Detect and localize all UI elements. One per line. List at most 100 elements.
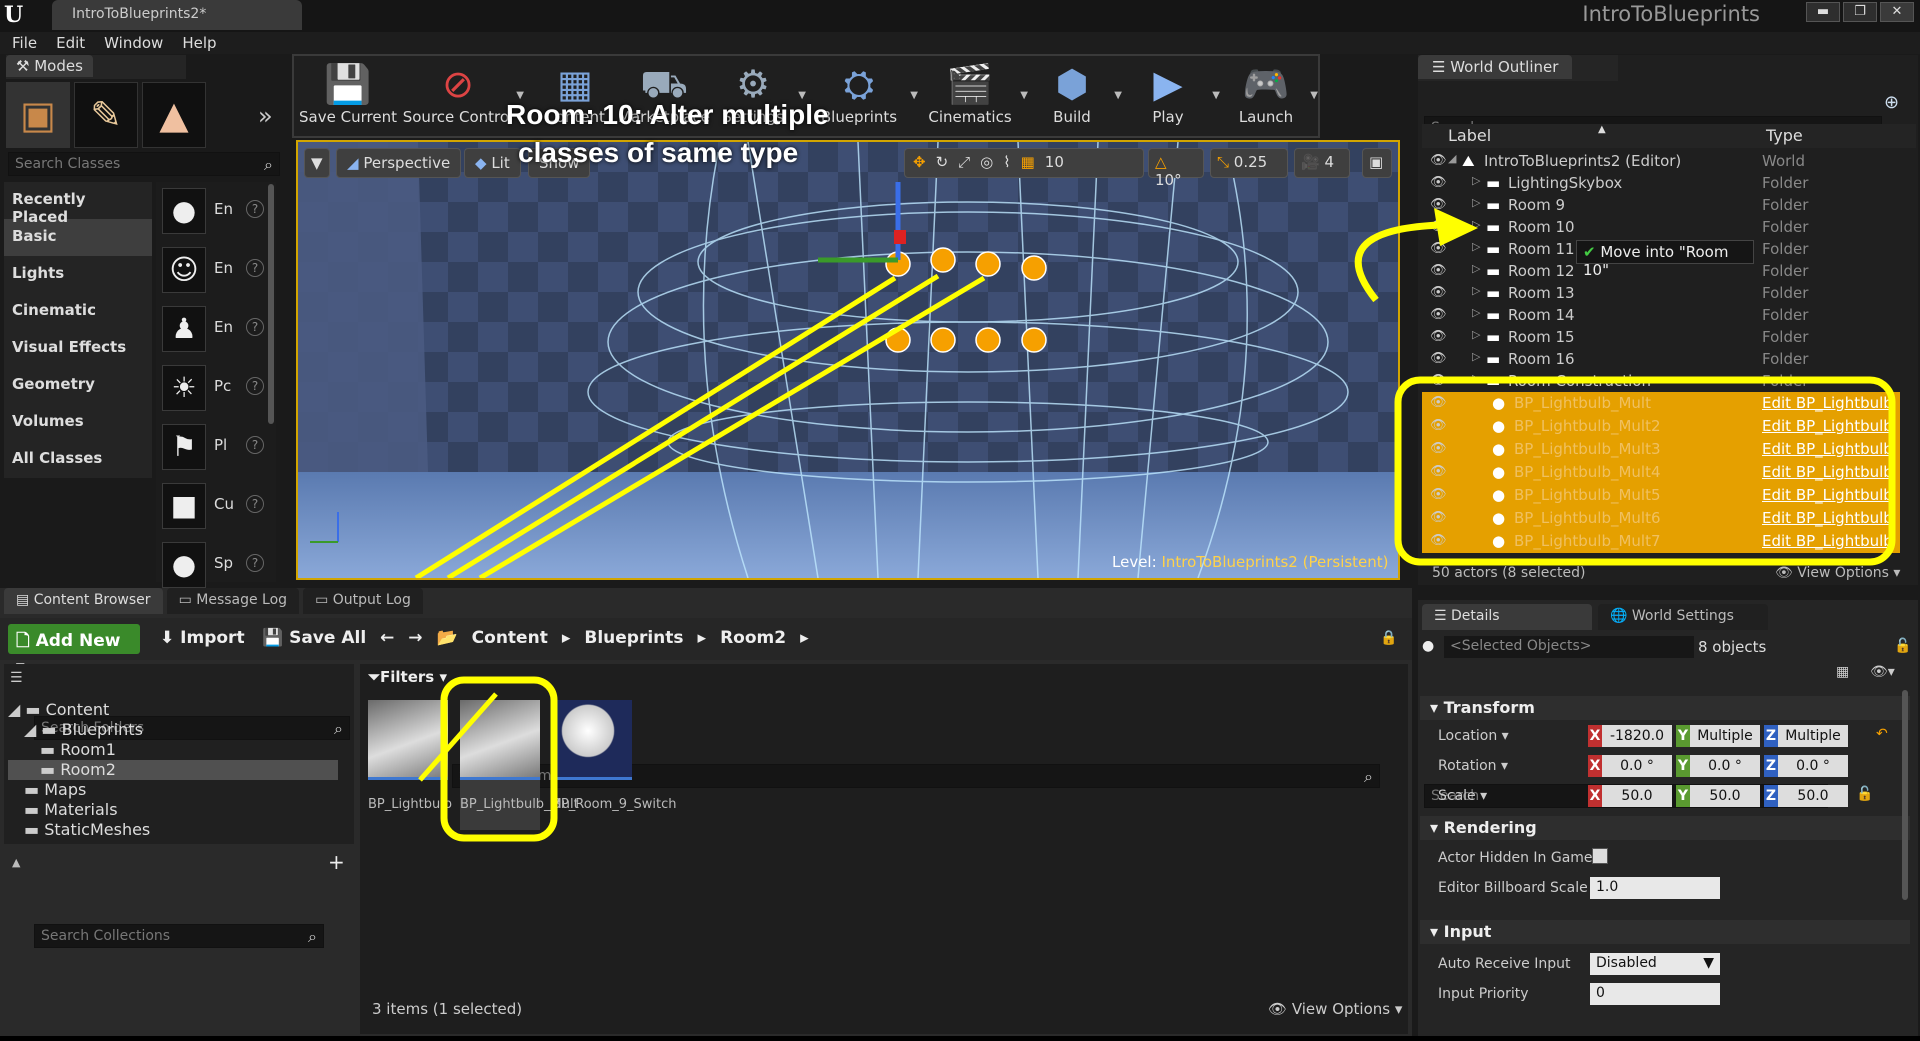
cinematics-button[interactable]: 🎬 Cinematics ▼ — [922, 56, 1028, 136]
billboard-scale-input[interactable]: 1.0 — [1590, 877, 1720, 899]
visibility-eye-icon[interactable]: 👁 — [1430, 307, 1447, 322]
tab-details[interactable]: ☰ Details — [1422, 604, 1592, 630]
chevron-down-icon[interactable]: ▼ — [1114, 90, 1122, 101]
level-viewport[interactable]: ▼ ◢ Perspective ◆ Lit Show ✥ ↻ ⤢ ◎ ⌇ ▦ 1… — [296, 140, 1400, 580]
type-column-header[interactable]: Type — [1766, 126, 1803, 145]
grid-snap-icon[interactable]: ▦ — [1021, 153, 1035, 173]
folder-tree-item[interactable]: ▬ Materials — [8, 800, 338, 820]
search-classes-input[interactable]: Search Classes ⌕ — [8, 152, 280, 176]
back-icon[interactable]: ← — [380, 628, 394, 648]
outliner-row[interactable]: 👁 ● BP_Lightbulb_Mult4 Edit BP_Lightbulb — [1422, 461, 1900, 484]
input-section[interactable]: ▾ Input — [1420, 920, 1910, 944]
help-icon[interactable]: ? — [246, 554, 264, 572]
expand-icon[interactable]: ▷ — [1472, 350, 1480, 363]
lock-ratio-icon[interactable]: 🔓 — [1856, 786, 1873, 802]
rotation-x-input[interactable]: 0.0 ° — [1602, 755, 1672, 777]
rotation-snap[interactable]: △ 10° — [1148, 148, 1204, 189]
landscape-mode-icon[interactable]: ▲ — [142, 82, 206, 148]
expand-icon[interactable]: ▷ — [1472, 262, 1480, 275]
menu-help[interactable]: Help — [176, 32, 229, 54]
folder-tree-item[interactable]: ◢ ▬ Blueprints — [8, 720, 338, 740]
rotation-y-input[interactable]: 0.0 ° — [1690, 755, 1760, 777]
placeable-item[interactable]: ⚑ Pl? — [156, 418, 276, 477]
reset-icon[interactable]: ↶ — [1876, 726, 1888, 742]
breadcrumb-blueprints[interactable]: Blueprints — [584, 628, 683, 648]
expand-icon[interactable]: ▷ — [1472, 240, 1480, 253]
auto-receive-input-select[interactable]: Disabled ▼ — [1590, 953, 1720, 975]
expand-icon[interactable]: ▷ — [1472, 328, 1480, 341]
location-label[interactable]: Location ▾ — [1438, 728, 1509, 744]
chevron-down-icon[interactable]: ▼ — [1020, 90, 1028, 101]
outliner-row[interactable]: 👁 ● BP_Lightbulb_Mult3 Edit BP_Lightbulb — [1422, 438, 1900, 461]
tab-world-settings[interactable]: 🌐 World Settings — [1598, 604, 1768, 630]
outliner-row[interactable]: 👁 ● BP_Lightbulb_Mult Edit BP_Lightbulb — [1422, 392, 1900, 415]
viewport-options-button[interactable]: ▼ — [304, 148, 330, 178]
chevron-down-icon[interactable]: ▼ — [1310, 90, 1318, 101]
expand-icon[interactable]: ▷ — [1472, 372, 1480, 385]
camera-speed[interactable]: 🎥 4 — [1294, 148, 1350, 178]
more-modes-icon[interactable]: » — [258, 102, 273, 130]
help-icon[interactable]: ? — [246, 259, 264, 277]
edit-blueprint-link[interactable]: Edit BP_Lightbulb — [1762, 440, 1893, 458]
placeable-item[interactable]: ☺ En? — [156, 241, 276, 300]
scale-x-input[interactable]: 50.0 — [1602, 785, 1672, 807]
visibility-eye-icon[interactable]: 👁 — [1430, 329, 1447, 344]
category-geometry[interactable]: Geometry — [4, 367, 152, 404]
category-all-classes[interactable]: All Classes — [4, 441, 152, 478]
expand-icon[interactable]: ▷ — [1472, 174, 1480, 187]
lock-icon[interactable]: 🔓 — [1894, 638, 1911, 654]
modes-tab[interactable]: ⚒ Modes — [6, 55, 186, 79]
maximize-button[interactable]: ❐ — [1843, 2, 1877, 22]
help-icon[interactable]: ? — [246, 377, 264, 395]
visibility-eye-icon[interactable]: 👁 — [1430, 153, 1447, 168]
folder-tree-item[interactable]: ▬ Maps — [8, 780, 338, 800]
eye-icon[interactable]: 👁▾ — [1870, 664, 1895, 680]
outliner-view-options[interactable]: 👁 View Options ▾ — [1775, 565, 1900, 581]
source-control-button[interactable]: ⊘ Source Control ▼ — [402, 56, 524, 136]
outliner-row[interactable]: 👁 ▷ ▬ Room 14 Folder — [1422, 304, 1900, 326]
menu-file[interactable]: File — [6, 32, 50, 54]
folder-tree-item[interactable]: ▬ Room1 — [8, 740, 338, 760]
placeable-item[interactable]: ● En? — [156, 182, 276, 241]
outliner-row[interactable]: 👁 ▷ ▬ Room 16 Folder — [1422, 348, 1900, 370]
scale-z-input[interactable]: 50.0 — [1778, 785, 1848, 807]
breadcrumb-room2[interactable]: Room2 — [720, 628, 786, 648]
scale-snap[interactable]: ⤡ 0.25 — [1210, 148, 1288, 178]
expand-icon[interactable]: ▷ — [1472, 218, 1480, 231]
import-button[interactable]: ⬇ Import — [160, 628, 245, 648]
add-folder-icon[interactable]: ⊕ — [1884, 92, 1899, 113]
maximize-viewport-icon[interactable]: ▣ — [1362, 148, 1392, 178]
menu-edit[interactable]: Edit — [50, 32, 98, 54]
visibility-eye-icon[interactable]: 👁 — [1430, 510, 1447, 525]
placeable-item[interactable]: ■ Cu? — [156, 477, 276, 536]
perspective-button[interactable]: ◢ Perspective — [336, 148, 462, 178]
forward-icon[interactable]: → — [408, 628, 422, 648]
tab-output-log[interactable]: ▭ Output Log — [303, 588, 423, 614]
sources-toggle-icon[interactable]: ☰ — [10, 670, 23, 686]
actor-hidden-checkbox[interactable] — [1592, 848, 1608, 864]
outliner-row[interactable]: 👁 ▷ ▬ Room 10 Folder — [1422, 216, 1900, 238]
scale-icon[interactable]: ⤢ — [958, 153, 970, 173]
help-icon[interactable]: ? — [246, 436, 264, 454]
launch-button[interactable]: 🎮 Launch ▼ — [1224, 56, 1318, 136]
place-mode-icon[interactable]: ▣ — [6, 82, 70, 148]
asset-tile[interactable]: BP_Room_9_Switch — [552, 700, 677, 830]
visibility-eye-icon[interactable]: 👁 — [1430, 487, 1447, 502]
menu-window[interactable]: Window — [98, 32, 176, 54]
lock-icon[interactable]: 🔒 — [1380, 630, 1397, 646]
move-icon[interactable]: ✥ — [913, 153, 926, 173]
category-visual-effects[interactable]: Visual Effects — [4, 330, 152, 367]
paint-mode-icon[interactable]: ✎ — [74, 82, 138, 148]
asset-view-options[interactable]: 👁 View Options ▾ — [1268, 1000, 1402, 1018]
rotation-z-input[interactable]: 0.0 ° — [1778, 755, 1848, 777]
visibility-eye-icon[interactable]: 👁 — [1430, 197, 1447, 212]
edit-blueprint-link[interactable]: Edit BP_Lightbulb — [1762, 509, 1893, 527]
visibility-eye-icon[interactable]: 👁 — [1430, 373, 1447, 388]
grid-snap-value[interactable]: 10 — [1045, 153, 1064, 173]
outliner-row[interactable]: 👁 ▷ ▬ Room Construction Folder — [1422, 370, 1900, 392]
visibility-eye-icon[interactable]: 👁 — [1430, 351, 1447, 366]
location-z-input[interactable]: Multiple — [1778, 725, 1848, 747]
close-button[interactable]: ✕ — [1880, 2, 1914, 22]
tab-message-log[interactable]: ▭ Message Log — [166, 588, 300, 614]
visibility-eye-icon[interactable]: 👁 — [1430, 418, 1447, 433]
